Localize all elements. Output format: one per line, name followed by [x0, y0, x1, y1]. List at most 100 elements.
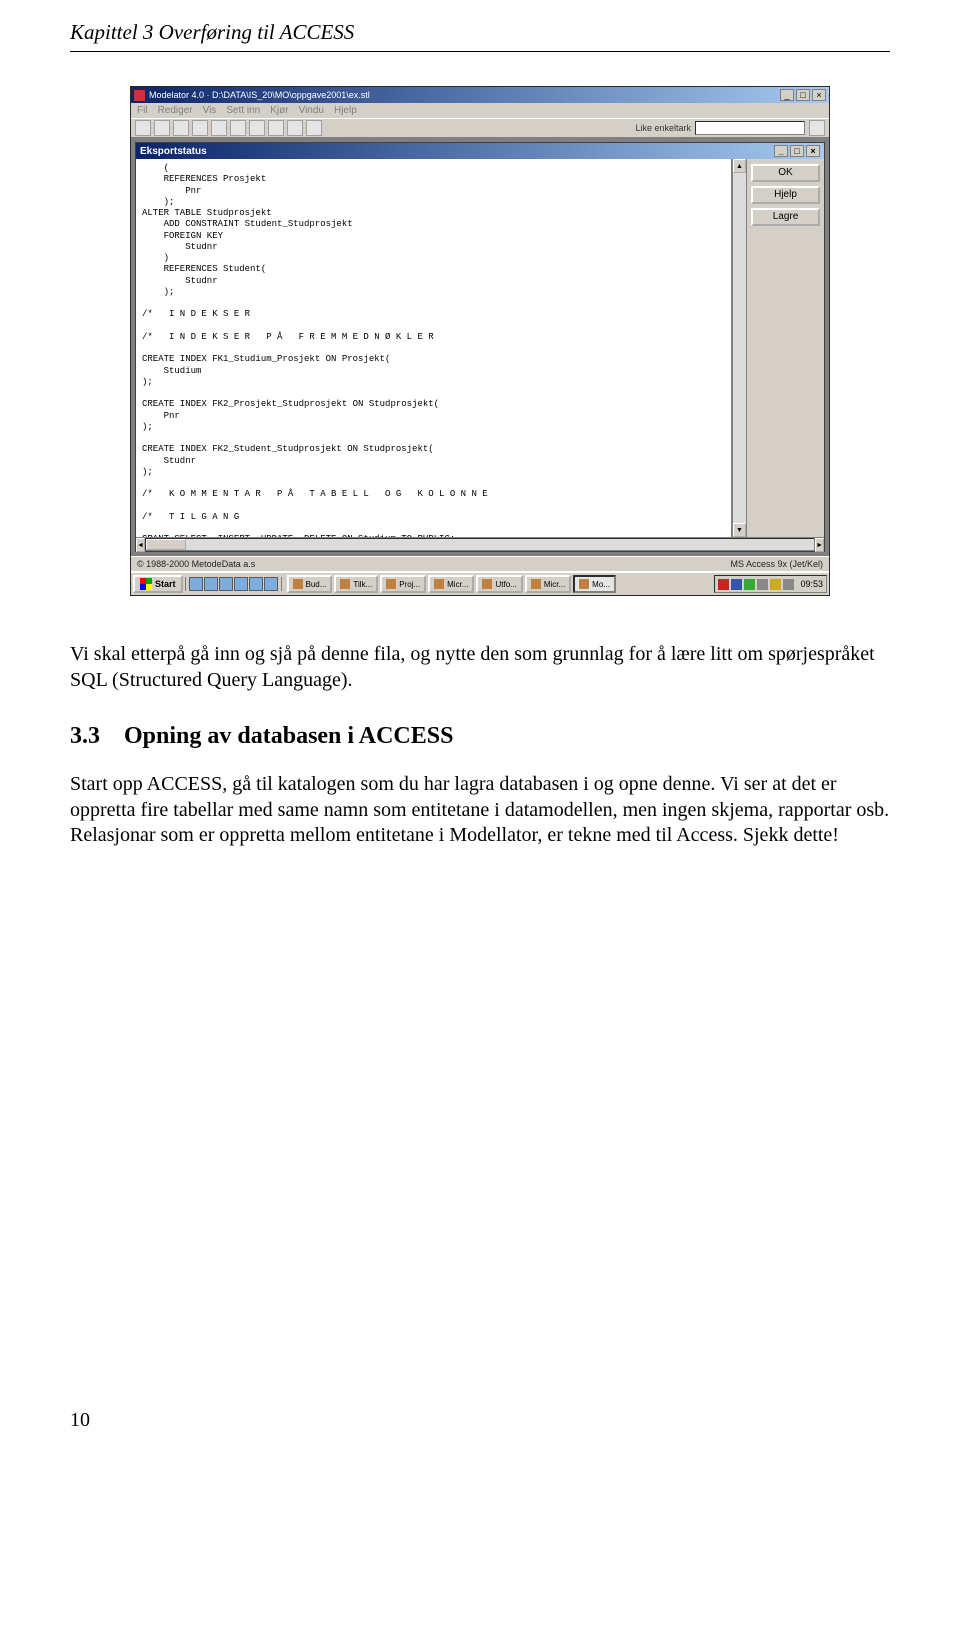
export-status-window: Eksportstatus _ □ × ( REFERENCES Prosjek…: [135, 142, 825, 552]
mdi-area: Eksportstatus _ □ × ( REFERENCES Prosjek…: [131, 138, 829, 556]
tray-clock: 09:53: [796, 579, 823, 589]
tray-icon[interactable]: [757, 579, 768, 590]
section-number: 3.3: [70, 723, 100, 750]
task-label: Proj...: [399, 580, 420, 589]
scroll-down-button[interactable]: ▼: [733, 523, 746, 537]
app-status-bar: © 1988-2000 MetodeData a.s MS Access 9x …: [131, 556, 829, 571]
toolbar-icon[interactable]: [173, 120, 189, 136]
save-button[interactable]: Lagre: [751, 208, 820, 226]
tray-icon[interactable]: [783, 579, 794, 590]
taskbar-task-button[interactable]: Micr...: [428, 575, 474, 593]
task-icon: [531, 579, 541, 589]
toolbar-icon[interactable]: [135, 120, 151, 136]
help-button[interactable]: Hjelp: [751, 186, 820, 204]
menu-item[interactable]: Rediger: [158, 105, 193, 116]
child-titlebar: Eksportstatus _ □ ×: [136, 143, 824, 159]
taskbar-task-button[interactable]: Micr...: [525, 575, 571, 593]
toolbar-icon[interactable]: [809, 120, 825, 136]
task-icon: [579, 579, 589, 589]
menu-item[interactable]: Sett inn: [226, 105, 260, 116]
maximize-button[interactable]: □: [796, 89, 810, 101]
horizontal-scrollbar[interactable]: ◄ ►: [136, 537, 824, 551]
section-title: Opning av databasen i ACCESS: [124, 723, 453, 749]
task-label: Mo...: [592, 580, 610, 589]
taskbar-task-button[interactable]: Utfo...: [476, 575, 522, 593]
tray-icon[interactable]: [718, 579, 729, 590]
quick-launch-icon[interactable]: [189, 577, 203, 591]
hscroll-track[interactable]: [145, 538, 815, 551]
task-icon: [434, 579, 444, 589]
child-close-button[interactable]: ×: [806, 145, 820, 157]
taskbar-task-button[interactable]: Tilk...: [334, 575, 378, 593]
quick-launch-icon[interactable]: [219, 577, 233, 591]
task-icon: [293, 579, 303, 589]
hscroll-thumb[interactable]: [146, 539, 186, 550]
sql-output-pane[interactable]: ( REFERENCES Prosjekt Pnr ); ALTER TABLE…: [136, 159, 732, 537]
task-icon: [386, 579, 396, 589]
app-title: Modelator 4.0 · D:\DATA\IS_20\MO\oppgave…: [149, 90, 370, 100]
tray-icon[interactable]: [770, 579, 781, 590]
quick-launch-icon[interactable]: [204, 577, 218, 591]
toolbar-icon[interactable]: [287, 120, 303, 136]
start-label: Start: [155, 579, 176, 589]
system-tray: 09:53: [714, 575, 827, 593]
chapter-title: Kapittel 3 Overføring til ACCESS: [70, 20, 890, 45]
close-button[interactable]: ×: [812, 89, 826, 101]
tray-icon[interactable]: [731, 579, 742, 590]
windows-logo-icon: [140, 578, 152, 590]
quick-launch-icon[interactable]: [264, 577, 278, 591]
child-maximize-button[interactable]: □: [790, 145, 804, 157]
page-number: 10: [70, 1409, 90, 1431]
quick-launch-icon[interactable]: [234, 577, 248, 591]
embedded-screenshot: Modelator 4.0 · D:\DATA\IS_20\MO\oppgave…: [130, 86, 830, 596]
taskbar-tasks: Bud... Tilk... Proj... Micr... Utfo... Micr..…: [284, 575, 713, 593]
task-label: Bud...: [306, 580, 327, 589]
status-copyright: © 1988-2000 MetodeData a.s: [137, 559, 255, 569]
menu-item[interactable]: Hjelp: [334, 105, 357, 116]
dialog-button-panel: OK Hjelp Lagre: [746, 159, 824, 537]
task-icon: [340, 579, 350, 589]
scroll-left-button[interactable]: ◄: [136, 538, 145, 552]
taskbar-task-button[interactable]: Bud...: [287, 575, 333, 593]
app-icon: [134, 90, 145, 101]
toolbar-icon[interactable]: [268, 120, 284, 136]
header-rule: [70, 51, 890, 52]
menu-bar: Fil Rediger Vis Sett inn Kjør Vindu Hjel…: [131, 103, 829, 118]
toolbar-icon[interactable]: [249, 120, 265, 136]
status-target: MS Access 9x (Jet/Kel): [730, 559, 823, 569]
windows-taskbar: Start Bud... Tilk... Proj... Micr... Utfo...…: [131, 571, 829, 595]
toolbar-icon[interactable]: [192, 120, 208, 136]
child-title: Eksportstatus: [140, 146, 207, 157]
menu-item[interactable]: Vis: [203, 105, 217, 116]
tray-icon[interactable]: [744, 579, 755, 590]
minimize-button[interactable]: _: [780, 89, 794, 101]
toolbar-icon[interactable]: [211, 120, 227, 136]
paragraph-intro: Vi skal etterpå gå inn og sjå på denne f…: [70, 642, 890, 693]
taskbar-task-button[interactable]: Proj...: [380, 575, 426, 593]
scroll-up-button[interactable]: ▲: [733, 159, 746, 173]
menu-item[interactable]: Kjør: [270, 105, 288, 116]
taskbar-task-button[interactable]: Mo...: [573, 575, 616, 593]
toolbar-icon[interactable]: [230, 120, 246, 136]
toolbar-icon[interactable]: [154, 120, 170, 136]
paragraph-body: Start opp ACCESS, gå til katalogen som d…: [70, 772, 890, 849]
toolbar-field-label: Like enkeltark: [635, 123, 691, 133]
task-label: Utfo...: [495, 580, 516, 589]
menu-item[interactable]: Vindu: [299, 105, 324, 116]
quick-launch-icon[interactable]: [249, 577, 263, 591]
ok-button[interactable]: OK: [751, 164, 820, 182]
section-heading: 3.3 Opning av databasen i ACCESS: [70, 723, 890, 750]
app-titlebar: Modelator 4.0 · D:\DATA\IS_20\MO\oppgave…: [131, 87, 829, 103]
vertical-scrollbar[interactable]: ▲ ▼: [732, 159, 746, 537]
toolbar: Like enkeltark: [131, 118, 829, 138]
scroll-right-button[interactable]: ►: [815, 538, 824, 552]
menu-item[interactable]: Fil: [137, 105, 148, 116]
task-label: Micr...: [544, 580, 565, 589]
toolbar-icon[interactable]: [306, 120, 322, 136]
start-button[interactable]: Start: [133, 575, 183, 593]
task-label: Tilk...: [353, 580, 372, 589]
scrollbar-track[interactable]: [733, 173, 746, 523]
toolbar-field-input[interactable]: [695, 121, 805, 135]
child-minimize-button[interactable]: _: [774, 145, 788, 157]
task-icon: [482, 579, 492, 589]
